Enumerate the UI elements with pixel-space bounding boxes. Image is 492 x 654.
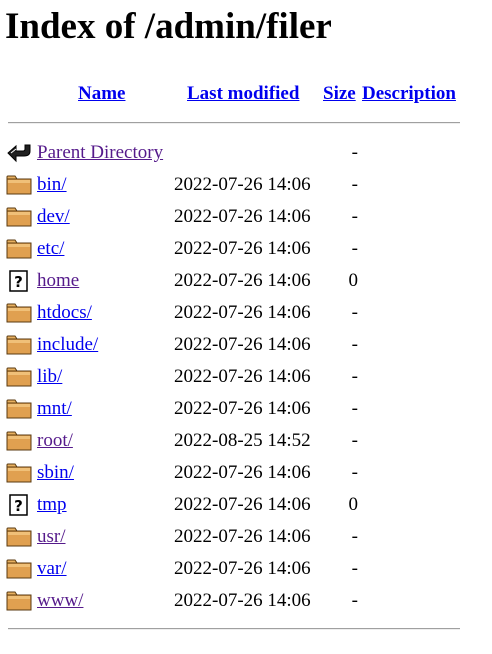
folder-icon [6, 302, 32, 324]
entry-size: 0 [348, 494, 359, 515]
folder-icon [6, 238, 32, 260]
entry-size: - [351, 526, 358, 547]
entry-link[interactable]: htdocs/ [37, 301, 92, 325]
list-item: usr/2022-07-26 14:06 - [0, 525, 492, 549]
folder-icon [6, 430, 32, 452]
folder-icon [6, 334, 32, 356]
entry-date: 2022-07-26 14:06 [174, 334, 311, 355]
list-item: root/2022-08-25 14:52 - [0, 429, 492, 453]
entry-link[interactable]: lib/ [37, 365, 62, 389]
entry-size: - [351, 430, 358, 451]
entry-size: - [351, 302, 358, 323]
sort-by-last-modified-link[interactable]: Last modified [187, 82, 299, 106]
unknown-file-icon: ? [6, 494, 32, 516]
folder-icon [6, 526, 32, 548]
folder-icon [6, 206, 32, 228]
list-item: htdocs/2022-07-26 14:06 - [0, 301, 492, 325]
svg-text:?: ? [14, 273, 23, 291]
folder-icon [6, 366, 32, 388]
list-item: include/2022-07-26 14:06 - [0, 333, 492, 357]
sort-by-size-link[interactable]: Size [323, 82, 356, 106]
entry-link[interactable]: dev/ [37, 205, 70, 229]
entry-date: 2022-07-26 14:06 [174, 526, 311, 547]
entry-size: - [351, 174, 358, 195]
entry-date: 2022-07-26 14:06 [174, 558, 311, 579]
entry-size: - [351, 590, 358, 611]
entry-date: 2022-07-26 14:06 [174, 206, 311, 227]
entry-date: 2022-07-26 14:06 [174, 494, 311, 515]
column-header-row: Name Last modified Size Description [0, 82, 492, 106]
parent-directory-link[interactable]: Parent Directory [37, 141, 163, 165]
list-item: bin/2022-07-26 14:06 - [0, 173, 492, 197]
sort-by-name-link[interactable]: Name [78, 82, 125, 106]
folder-icon [6, 590, 32, 612]
entry-link[interactable]: include/ [37, 333, 98, 357]
svg-text:?: ? [14, 497, 23, 515]
folder-icon [6, 462, 32, 484]
entry-link[interactable]: sbin/ [37, 461, 74, 485]
entry-link[interactable]: root/ [37, 429, 73, 453]
entry-link[interactable]: usr/ [37, 525, 66, 549]
list-item: mnt/2022-07-26 14:06 - [0, 397, 492, 421]
back-arrow-icon [6, 142, 32, 164]
entry-size: - [351, 558, 358, 579]
entry-date: 2022-07-26 14:06 [174, 462, 311, 483]
entry-size: 0 [348, 270, 359, 291]
entry-size: - [351, 462, 358, 483]
list-item: dev/2022-07-26 14:06 - [0, 205, 492, 229]
entry-link[interactable]: home [37, 269, 79, 293]
list-item: ? home 2022-07-26 14:06 0 [0, 269, 492, 293]
entry-link[interactable]: bin/ [37, 173, 67, 197]
entry-size: - [351, 366, 358, 387]
folder-icon [6, 398, 32, 420]
folder-icon [6, 558, 32, 580]
list-item: var/2022-07-26 14:06 - [0, 557, 492, 581]
entry-link[interactable]: www/ [37, 589, 83, 613]
footer-divider [8, 628, 460, 630]
entry-link[interactable]: tmp [37, 493, 67, 517]
header-divider [8, 122, 460, 124]
entry-date: 2022-07-26 14:06 [174, 174, 311, 195]
entry-size: - [351, 238, 358, 259]
list-item: lib/2022-07-26 14:06 - [0, 365, 492, 389]
page-title: Index of /admin/filer [5, 6, 332, 47]
entry-link[interactable]: etc/ [37, 237, 64, 261]
entry-size: - [351, 206, 358, 227]
entry-size: - [351, 398, 358, 419]
entry-date: 2022-07-26 14:06 [174, 302, 311, 323]
list-item: ? tmp 2022-07-26 14:06 0 [0, 493, 492, 517]
parent-directory-row: Parent Directory - [0, 141, 492, 165]
entry-date: 2022-07-26 14:06 [174, 366, 311, 387]
entry-date: 2022-08-25 14:52 [174, 430, 311, 451]
entry-date: 2022-07-26 14:06 [174, 270, 311, 291]
entry-link[interactable]: var/ [37, 557, 67, 581]
unknown-file-icon: ? [6, 270, 32, 292]
entry-size: - [351, 142, 358, 163]
entry-date: 2022-07-26 14:06 [174, 590, 311, 611]
folder-icon [6, 174, 32, 196]
list-item: www/2022-07-26 14:06 - [0, 589, 492, 613]
list-item: sbin/2022-07-26 14:06 - [0, 461, 492, 485]
entry-date: 2022-07-26 14:06 [174, 398, 311, 419]
entry-size: - [351, 334, 358, 355]
list-item: etc/2022-07-26 14:06 - [0, 237, 492, 261]
sort-by-description-link[interactable]: Description [362, 82, 456, 106]
entry-date: 2022-07-26 14:06 [174, 238, 311, 259]
entry-link[interactable]: mnt/ [37, 397, 72, 421]
